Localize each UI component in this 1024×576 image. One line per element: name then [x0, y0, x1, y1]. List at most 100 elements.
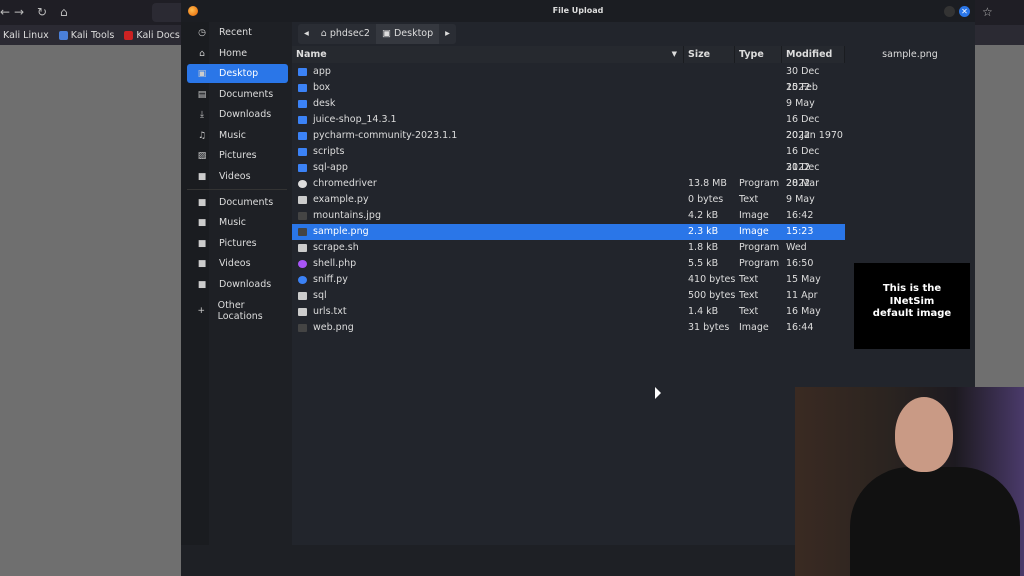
sort-down-icon: ▼	[671, 50, 677, 58]
clock-icon: ◷	[198, 27, 206, 38]
sidebar-item-videos[interactable]: ■ Videos	[187, 167, 288, 186]
preview-image: This is the INetSim default image	[854, 263, 970, 349]
file-size: 500 bytes	[688, 290, 736, 301]
file-row[interactable]: box 15 Feb	[292, 80, 845, 96]
file-row[interactable]: juice-shop_14.3.1 16 Dec 2022	[292, 112, 845, 141]
file-modified: 15:23	[786, 226, 814, 237]
file-size: 2.3 kB	[688, 226, 719, 237]
file-row[interactable]: app 30 Dec 2022	[292, 64, 845, 93]
sidebar-item-downloads[interactable]: ■ Downloads	[187, 275, 288, 294]
sidebar-item-label: Videos	[219, 258, 251, 269]
file-row[interactable]: sample.png 2.3 kB Image 15:23	[292, 224, 845, 240]
file-name: pycharm-community-2023.1.1	[313, 130, 458, 141]
file-type: Image	[739, 210, 769, 221]
sidebar-item-label: Desktop	[219, 68, 259, 79]
text-icon	[298, 196, 307, 204]
bookmark-star-icon[interactable]: ☆	[982, 5, 993, 19]
path-back-button[interactable]: ◂	[298, 24, 315, 44]
home-icon: ⌂	[199, 48, 205, 59]
folder-icon: ■	[197, 238, 207, 249]
file-row[interactable]: sniff.py 410 bytes Text 15 May	[292, 272, 845, 288]
home-icon[interactable]: ⌂	[60, 5, 68, 19]
sidebar-item-home[interactable]: ⌂ Home	[187, 44, 288, 63]
file-row[interactable]: web.png 31 bytes Image 16:44	[292, 320, 845, 336]
file-row[interactable]: urls.txt 1.4 kB Text 16 May	[292, 304, 845, 320]
column-header-size[interactable]: Size	[684, 46, 735, 63]
file-row[interactable]: pycharm-community-2023.1.1 20 Jan 1970	[292, 128, 845, 144]
file-name: sample.png	[313, 226, 369, 237]
sidebar-item-recent[interactable]: ◷ Recent	[187, 23, 288, 42]
sidebar-item-label: Music	[219, 130, 247, 141]
file-size: 4.2 kB	[688, 210, 719, 221]
file-row[interactable]: sql-app 31 Dec 2022	[292, 160, 845, 189]
sidebar-item-pictures[interactable]: ■ Pictures	[187, 234, 288, 253]
file-row[interactable]: shell.php 5.5 kB Program 16:50	[292, 256, 845, 272]
bookmark-kali-docs[interactable]: Kali Docs	[124, 30, 180, 41]
bookmark-kali-tools[interactable]: Kali Tools	[58, 30, 114, 41]
sidebar-divider	[187, 189, 287, 190]
file-name: mountains.jpg	[313, 210, 381, 221]
sidebar-item-pictures[interactable]: ▨ Pictures	[187, 146, 288, 165]
sidebar-item-label: Pictures	[219, 150, 257, 161]
sidebar-item-other-locations[interactable]: + Other Locations	[187, 300, 288, 322]
sidebar-item-videos[interactable]: ■ Videos	[187, 254, 288, 273]
file-name: app	[313, 66, 331, 77]
webcam-overlay	[795, 387, 1024, 576]
text-icon	[298, 308, 307, 316]
reload-icon[interactable]: ↻	[37, 5, 47, 19]
sidebar-item-label: Downloads	[219, 109, 272, 120]
file-row[interactable]: desk 9 May	[292, 96, 845, 112]
file-row[interactable]: mountains.jpg 4.2 kB Image 16:42	[292, 208, 845, 224]
file-modified: 15 May	[786, 274, 821, 285]
close-button[interactable]: ✕	[959, 6, 970, 17]
file-list: Name ▼ Size Type Modified app 30 Dec 2022…	[292, 46, 845, 545]
program-icon	[298, 180, 307, 188]
desktop-icon: ▣	[197, 68, 207, 79]
column-header-modified[interactable]: Modified	[782, 46, 845, 63]
file-modified: 16 May	[786, 306, 821, 317]
column-header-name[interactable]: Name ▼	[292, 46, 684, 63]
file-row[interactable]: scripts 16 Dec 2022	[292, 144, 845, 173]
python-icon	[298, 276, 307, 284]
picture-icon: ▨	[197, 150, 207, 161]
person-head	[895, 397, 953, 472]
folder-icon	[298, 84, 307, 92]
file-type: Text	[739, 290, 759, 301]
sidebar-item-label: Recent	[219, 27, 252, 38]
file-size: 1.8 kB	[688, 242, 719, 253]
folder-icon: ■	[197, 217, 207, 228]
file-row[interactable]: sql 500 bytes Text 11 Apr	[292, 288, 845, 304]
file-row[interactable]: example.py 0 bytes Text 9 May	[292, 192, 845, 208]
file-modified: 20 Jan 1970	[786, 130, 843, 141]
path-segment-home[interactable]: ⌂ phdsec2	[315, 24, 376, 44]
firefox-icon	[188, 6, 198, 16]
forward-icon[interactable]: →	[14, 5, 24, 19]
back-icon[interactable]: ←	[0, 5, 10, 19]
file-name: sniff.py	[313, 274, 348, 285]
sidebar-item-downloads[interactable]: ⤓ Downloads	[187, 105, 288, 124]
path-segment-desktop[interactable]: ▣ Desktop	[375, 24, 440, 44]
file-row[interactable]: chromedriver 13.8 MB Program 28 Mar	[292, 176, 845, 192]
sidebar-item-music[interactable]: ♫ Music	[187, 126, 288, 145]
bookmark-kali-linux[interactable]: Kali Linux	[3, 30, 49, 41]
file-name: shell.php	[313, 258, 357, 269]
file-type: Image	[739, 322, 769, 333]
mouse-cursor	[655, 387, 661, 399]
sidebar-item-documents[interactable]: ▤ Documents	[187, 85, 288, 104]
file-row[interactable]: scrape.sh 1.8 kB Program Wed	[292, 240, 845, 256]
dialog-titlebar: File Upload ✕	[181, 0, 975, 22]
sidebar-item-desktop[interactable]: ▣ Desktop	[187, 64, 288, 83]
column-header-type[interactable]: Type	[735, 46, 782, 63]
sidebar-item-documents[interactable]: ■ Documents	[187, 193, 288, 212]
folder-icon	[298, 164, 307, 172]
sidebar-item-label: Downloads	[219, 279, 272, 290]
file-size: 31 bytes	[688, 322, 730, 333]
sidebar-item-music[interactable]: ■ Music	[187, 213, 288, 232]
path-forward-button[interactable]: ▸	[439, 24, 456, 44]
file-type: Program	[739, 242, 780, 253]
file-name: box	[313, 82, 331, 93]
minimize-button[interactable]	[944, 6, 955, 17]
file-type: Text	[739, 194, 759, 205]
file-modified: 16:44	[786, 322, 814, 333]
download-icon: ⤓	[200, 109, 204, 120]
